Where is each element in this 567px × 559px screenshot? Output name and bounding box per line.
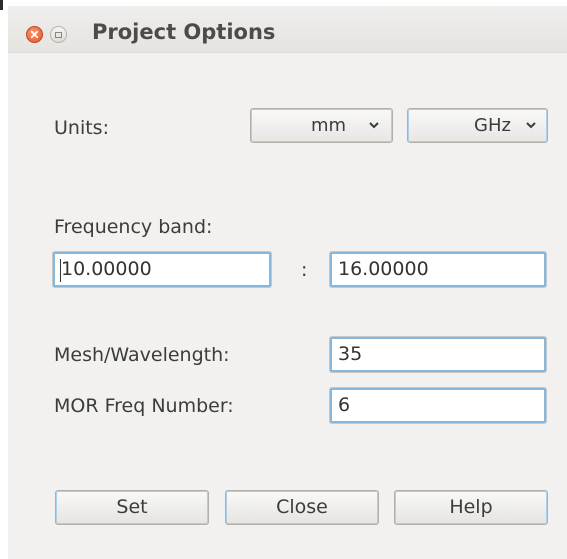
mesh-wavelength-value: 35 — [338, 343, 363, 365]
mor-freq-number-value: 6 — [338, 394, 351, 416]
frequency-band-label: Frequency band: — [54, 216, 213, 238]
set-button[interactable]: Set — [55, 490, 209, 525]
mesh-wavelength-input[interactable]: 35 — [330, 337, 546, 372]
close-icon — [30, 30, 39, 39]
frequency-end-input[interactable]: 16.00000 — [330, 252, 546, 287]
text-caret — [60, 259, 61, 282]
frequency-start-value: 10.00000 — [61, 258, 152, 280]
mesh-wavelength-label: Mesh/Wavelength: — [54, 344, 230, 366]
window-title: Project Options — [92, 20, 276, 44]
length-unit-dropdown[interactable]: mm — [250, 108, 393, 143]
frequency-start-input[interactable]: 10.00000 — [53, 252, 271, 287]
window-corner-mark — [0, 0, 3, 10]
units-label: Units: — [54, 117, 109, 139]
frequency-band-separator: : — [301, 259, 308, 281]
chevron-down-icon — [526, 122, 536, 129]
mor-freq-number-label: MOR Freq Number: — [54, 395, 234, 417]
maximize-icon — [55, 31, 62, 38]
close-button[interactable]: Close — [225, 490, 379, 525]
chevron-down-icon — [369, 122, 379, 129]
maximize-window-button[interactable] — [50, 26, 67, 43]
mor-freq-number-input[interactable]: 6 — [330, 388, 546, 423]
frequency-unit-dropdown[interactable]: GHz — [407, 108, 548, 143]
frequency-unit-value: GHz — [474, 115, 511, 136]
close-window-button[interactable] — [26, 26, 43, 43]
length-unit-value: mm — [311, 115, 347, 136]
title-bar: Project Options — [8, 6, 567, 53]
frequency-end-value: 16.00000 — [338, 258, 429, 280]
help-button[interactable]: Help — [394, 490, 548, 525]
